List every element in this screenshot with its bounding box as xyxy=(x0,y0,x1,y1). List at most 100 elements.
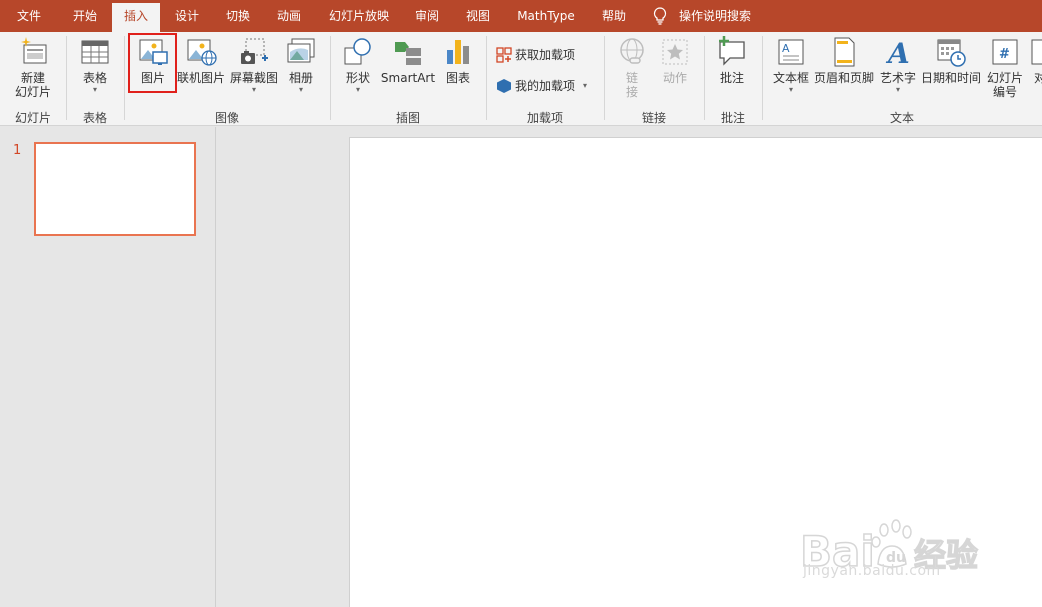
my-addins-label: 我的加载项 xyxy=(515,79,576,93)
tab-file[interactable]: 文件 xyxy=(0,0,58,32)
smartart-button[interactable]: SmartArt xyxy=(380,36,436,85)
photo-album-label: 相册 xyxy=(288,71,313,85)
chart-button[interactable]: 图表 xyxy=(440,36,476,85)
new-slide-label-2: 幻灯片 xyxy=(14,85,51,99)
group-separator xyxy=(704,36,705,120)
svg-text:#: # xyxy=(999,47,1010,62)
tab-animations[interactable]: 动画 xyxy=(262,0,316,32)
online-picture-label: 联机图片 xyxy=(176,71,225,85)
comment-button[interactable]: 批注 xyxy=(714,36,750,85)
picture-button-highlight xyxy=(128,33,177,93)
online-picture-icon xyxy=(187,39,217,66)
shapes-icon xyxy=(344,38,371,65)
tell-me-search[interactable]: 操作说明搜索 xyxy=(653,0,751,32)
action-button[interactable]: 动作 xyxy=(655,36,695,85)
tab-review[interactable]: 审阅 xyxy=(402,0,452,32)
online-picture-button[interactable]: 联机图片 xyxy=(175,36,227,85)
screenshot-icon xyxy=(241,38,268,64)
watermark-url: jingyan.baidu.com xyxy=(803,563,941,579)
wordart-icon: A xyxy=(885,37,910,68)
action-label: 动作 xyxy=(662,71,687,85)
datetime-label: 日期和时间 xyxy=(920,71,981,85)
chevron-down-icon: ▾ xyxy=(298,85,303,94)
group-label-comments: 批注 xyxy=(720,111,745,125)
new-slide-label-1: 新建 xyxy=(20,71,45,85)
new-slide-icon xyxy=(21,37,47,64)
group-label-slides: 幻灯片 xyxy=(14,111,51,125)
textbox-icon: A xyxy=(778,39,804,65)
my-addins-icon xyxy=(497,78,511,93)
slide-thumbnail[interactable] xyxy=(34,142,196,236)
slide-number-button[interactable]: # 幻灯片 编号 xyxy=(984,36,1026,99)
group-label-tables: 表格 xyxy=(82,111,107,125)
tab-transitions[interactable]: 切换 xyxy=(214,0,262,32)
table-button[interactable]: 表格 ▾ xyxy=(72,36,118,95)
object-button[interactable]: 对 xyxy=(1030,36,1042,85)
smartart-icon xyxy=(395,42,421,65)
get-addins-label: 获取加载项 xyxy=(515,48,576,62)
comment-label: 批注 xyxy=(719,71,744,85)
group-separator xyxy=(762,36,763,120)
group-separator xyxy=(66,36,67,120)
lightbulb-icon xyxy=(653,7,667,25)
slide-thumbnails-pane: 1 xyxy=(0,127,216,607)
tab-home[interactable]: 开始 xyxy=(58,0,112,32)
screenshot-button[interactable]: 屏幕截图 ▾ xyxy=(227,36,281,95)
tell-me-label: 操作说明搜索 xyxy=(679,9,752,23)
slide-number-label-1: 幻灯片 xyxy=(986,71,1023,85)
slide-number: 1 xyxy=(13,143,22,158)
object-label: 对 xyxy=(1034,71,1042,85)
textbox-button[interactable]: A 文本框 ▾ xyxy=(770,36,812,95)
header-footer-icon xyxy=(834,37,855,67)
action-star-icon xyxy=(662,39,688,65)
tab-insert[interactable]: 插入 xyxy=(112,3,160,32)
group-label-links: 链接 xyxy=(641,111,666,125)
calendar-clock-icon xyxy=(937,39,966,67)
slide-number-label-2: 编号 xyxy=(992,85,1017,99)
slide-number-icon: # xyxy=(992,39,1018,65)
chevron-down-icon: ▾ xyxy=(251,85,256,94)
group-separator xyxy=(124,36,125,120)
textbox-label: 文本框 xyxy=(772,71,809,85)
group-label-images: 图像 xyxy=(214,111,239,125)
store-icon xyxy=(496,46,512,63)
chevron-down-icon: ▾ xyxy=(583,81,588,90)
header-footer-button[interactable]: 页眉和页脚 xyxy=(813,36,875,85)
shapes-button[interactable]: 形状 ▾ xyxy=(340,36,376,95)
group-label-text: 文本 xyxy=(889,111,914,125)
group-label-addins: 加载项 xyxy=(526,111,563,125)
group-separator xyxy=(486,36,487,120)
tab-mathtype[interactable]: MathType xyxy=(504,0,588,32)
photo-album-icon xyxy=(287,38,315,63)
table-icon xyxy=(81,40,109,64)
smartart-label: SmartArt xyxy=(380,71,436,85)
chart-icon xyxy=(447,40,469,64)
table-label: 表格 xyxy=(82,71,107,85)
chevron-down-icon: ▾ xyxy=(355,85,360,94)
shapes-label: 形状 xyxy=(345,71,370,85)
tab-design[interactable]: 设计 xyxy=(160,0,214,32)
chevron-down-icon: ▾ xyxy=(92,85,97,94)
ribbon-tab-bar: 文件 开始 插入 设计 切换 动画 幻灯片放映 审阅 视图 MathType 帮… xyxy=(0,0,1042,32)
get-addins-button[interactable]: 获取加载项 xyxy=(496,46,575,63)
chart-label: 图表 xyxy=(445,71,470,85)
new-slide-button[interactable]: 新建 幻灯片 xyxy=(8,36,58,99)
link-button[interactable]: 链 接 xyxy=(614,36,650,99)
wordart-button[interactable]: A 艺术字 ▾ xyxy=(878,36,918,95)
tab-help[interactable]: 帮助 xyxy=(588,0,640,32)
link-icon xyxy=(620,38,644,64)
group-separator xyxy=(604,36,605,120)
tab-slideshow[interactable]: 幻灯片放映 xyxy=(316,0,402,32)
photo-album-button[interactable]: 相册 ▾ xyxy=(283,36,319,95)
svg-text:A: A xyxy=(885,37,910,68)
wordart-label: 艺术字 xyxy=(879,71,916,85)
datetime-button[interactable]: 日期和时间 xyxy=(920,36,982,85)
object-icon xyxy=(1031,39,1042,65)
header-footer-label: 页眉和页脚 xyxy=(813,71,874,85)
my-addins-button[interactable]: 我的加载项 ▾ xyxy=(496,77,587,94)
group-separator xyxy=(330,36,331,120)
comment-icon xyxy=(719,36,745,66)
svg-text:A: A xyxy=(782,42,790,55)
tab-view[interactable]: 视图 xyxy=(452,0,504,32)
chevron-down-icon: ▾ xyxy=(895,85,900,94)
